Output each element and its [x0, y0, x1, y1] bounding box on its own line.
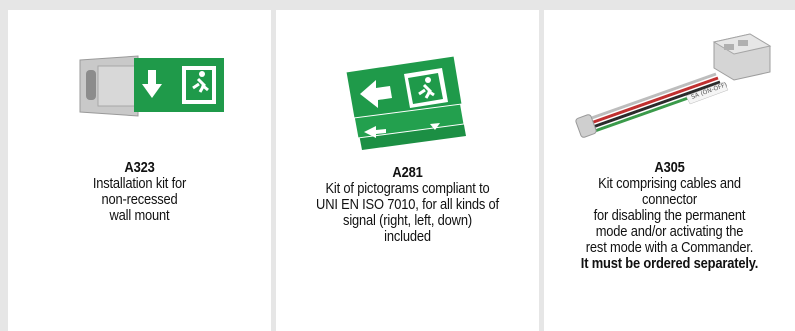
product-image-a323	[8, 10, 271, 160]
product-code: A281	[392, 164, 423, 181]
product-description-line: mode and/or activating the	[595, 223, 744, 240]
product-image-a281	[276, 10, 539, 160]
product-code: A305	[654, 159, 685, 176]
order-separately-note: It must be ordered separately.	[580, 255, 759, 272]
product-text-a305: A305 Kit comprising cables and connector…	[562, 160, 778, 272]
product-description-line: Kit of pictograms compliant to	[325, 180, 490, 197]
product-description-line: Kit comprising cables and	[598, 175, 741, 192]
wall-mount-kit-sign-icon	[79, 55, 224, 117]
product-image-a305: SA (ON-OFF)	[544, 10, 795, 160]
product-grid: A323 Installation kit for non-recessed w…	[8, 10, 795, 331]
product-description-line: signal (right, left, down)	[343, 212, 472, 229]
product-code: A323	[124, 159, 155, 176]
product-description-line: non-recessed	[101, 191, 178, 208]
product-description-line: Installation kit for	[92, 175, 187, 192]
product-card-a323: A323 Installation kit for non-recessed w…	[8, 10, 271, 331]
product-description-line: included	[384, 228, 431, 245]
product-description-line: rest mode with a Commander.	[585, 239, 754, 256]
product-description-line: connector	[641, 191, 698, 208]
product-description-line: wall mount	[109, 207, 170, 224]
product-description-line: UNI EN ISO 7010, for all kinds of	[316, 196, 499, 213]
product-text-a323: A323 Installation kit for non-recessed w…	[26, 160, 252, 224]
product-description-line: for disabling the permanent	[593, 207, 746, 224]
product-card-a281: A281 Kit of pictograms compliant to UNI …	[276, 10, 539, 331]
product-text-a281: A281 Kit of pictograms compliant to UNI …	[294, 165, 520, 245]
pictogram-kit-icon	[346, 55, 466, 150]
cable-connector-kit-icon: SA (ON-OFF)	[575, 33, 772, 138]
product-card-a305: SA (ON-OFF) A305 Kit comprising cables a…	[544, 10, 795, 331]
